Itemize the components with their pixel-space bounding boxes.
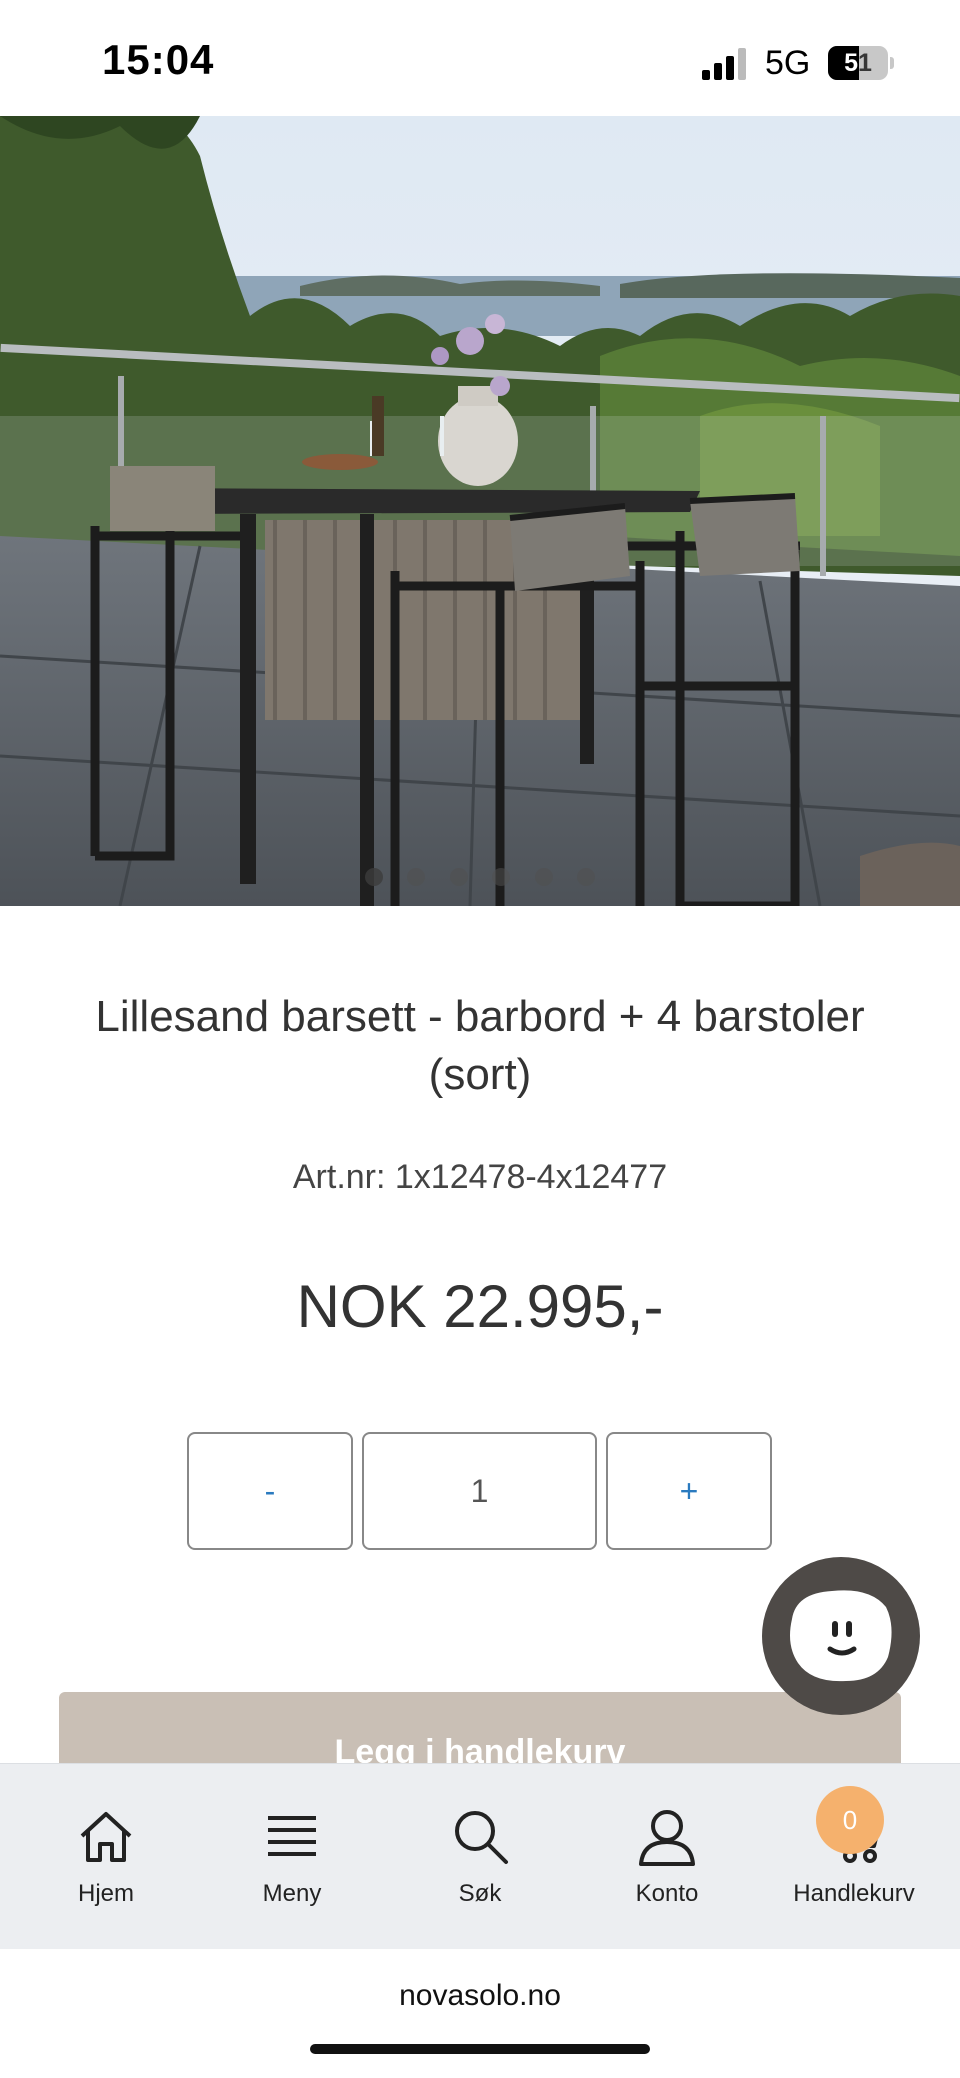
status-bar: 15:04 5G 51 [0,0,960,116]
nav-item-home[interactable]: Hjem [10,1764,202,1950]
gallery-dot[interactable] [534,868,553,886]
product-photo [0,116,960,906]
quantity-input[interactable]: 1 [362,1432,597,1550]
gallery-pagination[interactable] [0,868,960,891]
nav-label: Konto [635,1880,699,1907]
gallery-dot[interactable] [492,868,511,886]
nav-label: Søk [458,1880,502,1907]
product-title: Lillesand barsett - barbord + 4 barstole… [95,992,865,1099]
nav-item-menu[interactable]: Meny [196,1764,388,1950]
gallery-dot[interactable] [364,868,383,886]
battery-icon: 51 [828,46,894,80]
chat-button[interactable] [762,1557,920,1715]
article-number: Art.nr: 1x12478-4x12477 [292,1158,668,1196]
nav-item-account[interactable]: Konto [571,1764,763,1950]
cart-count-badge: 0 [816,1786,884,1854]
chat-bubble-smile-icon [790,1590,892,1682]
gallery-dot[interactable] [449,868,468,886]
product-image-gallery[interactable] [0,116,960,906]
gallery-dot[interactable] [577,868,596,886]
home-indicator[interactable] [310,2044,650,2054]
user-icon [639,1810,695,1866]
browser-url-bar[interactable]: novasolo.no [0,1949,960,2078]
battery-level: 51 [844,49,872,77]
nav-label: Handlekurv [793,1880,915,1907]
menu-icon [268,1816,316,1856]
quantity-increase-button[interactable]: + [606,1432,772,1550]
search-icon [455,1811,508,1864]
nav-label: Hjem [77,1880,134,1907]
product-price: NOK 22.995,- [296,1273,664,1340]
nav-item-search[interactable]: Søk [384,1764,576,1950]
url-text[interactable]: novasolo.no [0,1979,960,2013]
nav-label: Meny [262,1880,322,1907]
gallery-dot[interactable] [407,868,426,886]
status-time: 15:04 [102,36,215,83]
quantity-decrease-button[interactable]: - [187,1432,353,1550]
home-icon [80,1812,132,1862]
signal-icon [702,48,746,80]
network-type: 5G [765,44,811,82]
bottom-navigation: Hjem Meny Søk Konto Handlekurv [0,1763,960,1950]
